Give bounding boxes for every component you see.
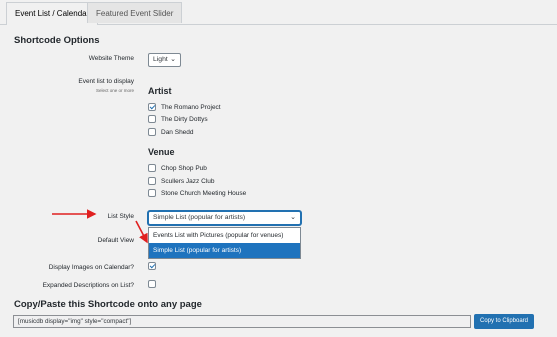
arrow-to-dropdown-icon: [135, 220, 148, 244]
copy-to-clipboard-button[interactable]: Copy to Clipboard: [474, 314, 534, 329]
copy-section-title: Copy/Paste this Shortcode onto any page: [14, 299, 202, 310]
default-view-label: Default View: [97, 237, 134, 244]
expanded-descriptions-checkbox[interactable]: [148, 280, 156, 288]
expanded-descriptions-label: Expanded Descriptions on List?: [42, 282, 134, 289]
display-images-label: Display Images on Calendar?: [48, 264, 134, 271]
shortcode-field[interactable]: [musicdb display="img" style="compact"]: [13, 315, 471, 328]
display-images-checkbox[interactable]: [148, 262, 156, 270]
